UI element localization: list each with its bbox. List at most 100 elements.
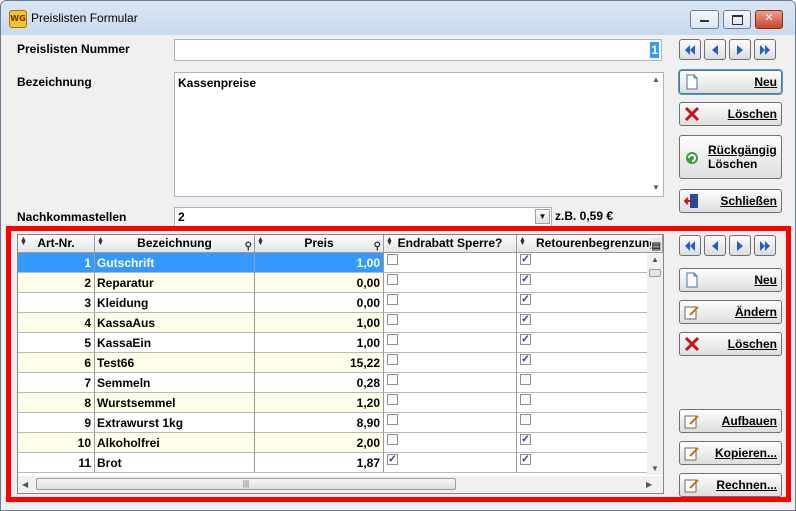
cell-bez[interactable]: KassaEin <box>95 333 255 353</box>
endrabatt-checkbox[interactable]: ✓ <box>387 454 398 465</box>
retoure-checkbox[interactable]: ✓ <box>520 274 531 285</box>
endrabatt-checkbox[interactable] <box>387 274 398 285</box>
nummer-field[interactable]: 1 <box>174 39 662 61</box>
retoure-checkbox[interactable]: ✓ <box>520 354 531 365</box>
cell-nr[interactable]: 7 <box>18 373 95 393</box>
table-row[interactable]: 7 Semmeln 0,28 <box>18 373 649 393</box>
grid-horizontal-scrollbar[interactable]: ◀ ||| ▶ <box>18 476 663 493</box>
scroll-right-icon[interactable]: ▶ <box>646 480 652 489</box>
table-row[interactable]: 8 Wurstsemmel 1,20 <box>18 393 649 413</box>
cell-nr[interactable]: 6 <box>18 353 95 373</box>
rueckgaengig-button[interactable]: Rückgängig Löschen <box>679 135 782 179</box>
schliessen-button[interactable]: Schließen <box>679 189 782 213</box>
cell-bez[interactable]: Extrawurst 1kg <box>95 413 255 433</box>
minimize-button[interactable] <box>690 10 719 29</box>
retoure-checkbox[interactable]: ✓ <box>520 254 531 265</box>
cell-preis[interactable]: 1,87 <box>255 453 384 473</box>
cell-bez[interactable]: Semmeln <box>95 373 255 393</box>
grid-next-button[interactable] <box>729 235 751 256</box>
cell-preis[interactable]: 2,00 <box>255 433 384 453</box>
col-header-bezeichnung[interactable]: ▲ ▼ Bezeichnung ⚲ <box>95 235 255 253</box>
cell-nr[interactable]: 1 <box>18 253 95 273</box>
cell-bez[interactable]: Brot <box>95 453 255 473</box>
scroll-left-icon[interactable]: ◀ <box>22 480 28 489</box>
table-row[interactable]: 6 Test66 15,22 ✓ <box>18 353 649 373</box>
cell-nr[interactable]: 2 <box>18 273 95 293</box>
table-row[interactable]: 10 Alkoholfrei 2,00 ✓ <box>18 433 649 453</box>
cell-nr[interactable]: 9 <box>18 413 95 433</box>
cell-bez[interactable]: Gutschrift <box>95 253 255 273</box>
bezeichnung-scrollbar[interactable]: ▲ ▼ <box>647 73 663 196</box>
table-row[interactable]: 2 Reparatur 0,00 ✓ <box>18 273 649 293</box>
nachkomma-select[interactable]: 2 ▼ <box>174 207 552 227</box>
retoure-checkbox[interactable]: ✓ <box>520 334 531 345</box>
cell-nr[interactable]: 5 <box>18 333 95 353</box>
retoure-checkbox[interactable]: ✓ <box>520 434 531 445</box>
rechnen-button[interactable]: Rechnen... <box>679 473 782 497</box>
cell-preis[interactable]: 1,00 <box>255 313 384 333</box>
search-icon[interactable]: ⚲ <box>374 238 381 252</box>
last-record-button[interactable] <box>754 39 776 60</box>
col-header-retouren[interactable]: ▲ ▼ Retourenbegrenzung ▤ <box>517 235 663 253</box>
cell-preis[interactable]: 1,00 <box>255 253 384 273</box>
retoure-checkbox[interactable]: ✓ <box>520 454 531 465</box>
retoure-checkbox[interactable] <box>520 374 531 385</box>
endrabatt-checkbox[interactable] <box>387 354 398 365</box>
chevron-down-icon[interactable]: ▼ <box>535 209 550 224</box>
bezeichnung-field[interactable]: Kassenpreise ▲ ▼ <box>174 72 664 197</box>
col-header-artnr[interactable]: ▲ ▼ Art-Nr. <box>18 235 95 253</box>
grid-last-button[interactable] <box>754 235 776 256</box>
table-row[interactable]: 4 KassaAus 1,00 ✓ <box>18 313 649 333</box>
cell-bez[interactable]: Wurstsemmel <box>95 393 255 413</box>
cell-bez[interactable]: Kleidung <box>95 293 255 313</box>
cell-nr[interactable]: 8 <box>18 393 95 413</box>
first-record-button[interactable] <box>679 39 701 60</box>
cell-preis[interactable]: 0,00 <box>255 273 384 293</box>
cell-preis[interactable]: 15,22 <box>255 353 384 373</box>
cell-preis[interactable]: 1,00 <box>255 333 384 353</box>
loeschen-button[interactable]: Löschen <box>679 102 782 126</box>
cell-bez[interactable]: Reparatur <box>95 273 255 293</box>
table-row[interactable]: 11 Brot 1,87 ✓ ✓ <box>18 453 649 473</box>
maximize-button[interactable] <box>723 10 751 29</box>
cell-preis[interactable]: 1,20 <box>255 393 384 413</box>
search-icon[interactable]: ⚲ <box>245 238 252 252</box>
endrabatt-checkbox[interactable] <box>387 414 398 425</box>
retoure-checkbox[interactable]: ✓ <box>520 314 531 325</box>
cell-nr[interactable]: 11 <box>18 453 95 473</box>
next-record-button[interactable] <box>729 39 751 60</box>
cell-bez[interactable]: Alkoholfrei <box>95 433 255 453</box>
grid-loeschen-button[interactable]: Löschen <box>679 332 782 356</box>
col-header-preis[interactable]: ▲ ▼ Preis ⚲ <box>255 235 384 253</box>
cell-nr[interactable]: 3 <box>18 293 95 313</box>
endrabatt-checkbox[interactable] <box>387 434 398 445</box>
aufbauen-button[interactable]: Aufbauen <box>679 409 782 433</box>
cell-preis[interactable]: 8,90 <box>255 413 384 433</box>
table-row[interactable]: 1 Gutschrift 1,00 ✓ <box>18 253 649 273</box>
table-row[interactable]: 3 Kleidung 0,00 ✓ <box>18 293 649 313</box>
neu-button[interactable]: Neu <box>679 70 782 94</box>
kopieren-button[interactable]: Kopieren... <box>679 441 782 465</box>
cell-bez[interactable]: KassaAus <box>95 313 255 333</box>
table-row[interactable]: 5 KassaEin 1,00 ✓ <box>18 333 649 353</box>
scroll-down-icon[interactable]: ▼ <box>651 464 659 473</box>
endrabatt-checkbox[interactable] <box>387 374 398 385</box>
retoure-checkbox[interactable] <box>520 414 531 425</box>
scroll-up-icon[interactable]: ▲ <box>651 255 659 264</box>
col-header-endrabatt[interactable]: ▲ ▼ Endrabatt Sperre? <box>384 235 517 253</box>
endrabatt-checkbox[interactable] <box>387 294 398 305</box>
grid-aendern-button[interactable]: Ändern <box>679 300 782 324</box>
grid-vertical-scrollbar[interactable]: ▲ ▼ <box>647 253 663 475</box>
endrabatt-checkbox[interactable] <box>387 394 398 405</box>
endrabatt-checkbox[interactable] <box>387 334 398 345</box>
grid-prev-button[interactable] <box>704 235 726 256</box>
cell-preis[interactable]: 0,00 <box>255 293 384 313</box>
endrabatt-checkbox[interactable] <box>387 314 398 325</box>
prev-record-button[interactable] <box>704 39 726 60</box>
grid-neu-button[interactable]: Neu <box>679 268 782 292</box>
retoure-checkbox[interactable] <box>520 394 531 405</box>
retoure-checkbox[interactable]: ✓ <box>520 294 531 305</box>
scroll-thumb-horizontal[interactable]: ||| <box>36 478 456 490</box>
grid-first-button[interactable] <box>679 235 701 256</box>
cell-nr[interactable]: 4 <box>18 313 95 333</box>
